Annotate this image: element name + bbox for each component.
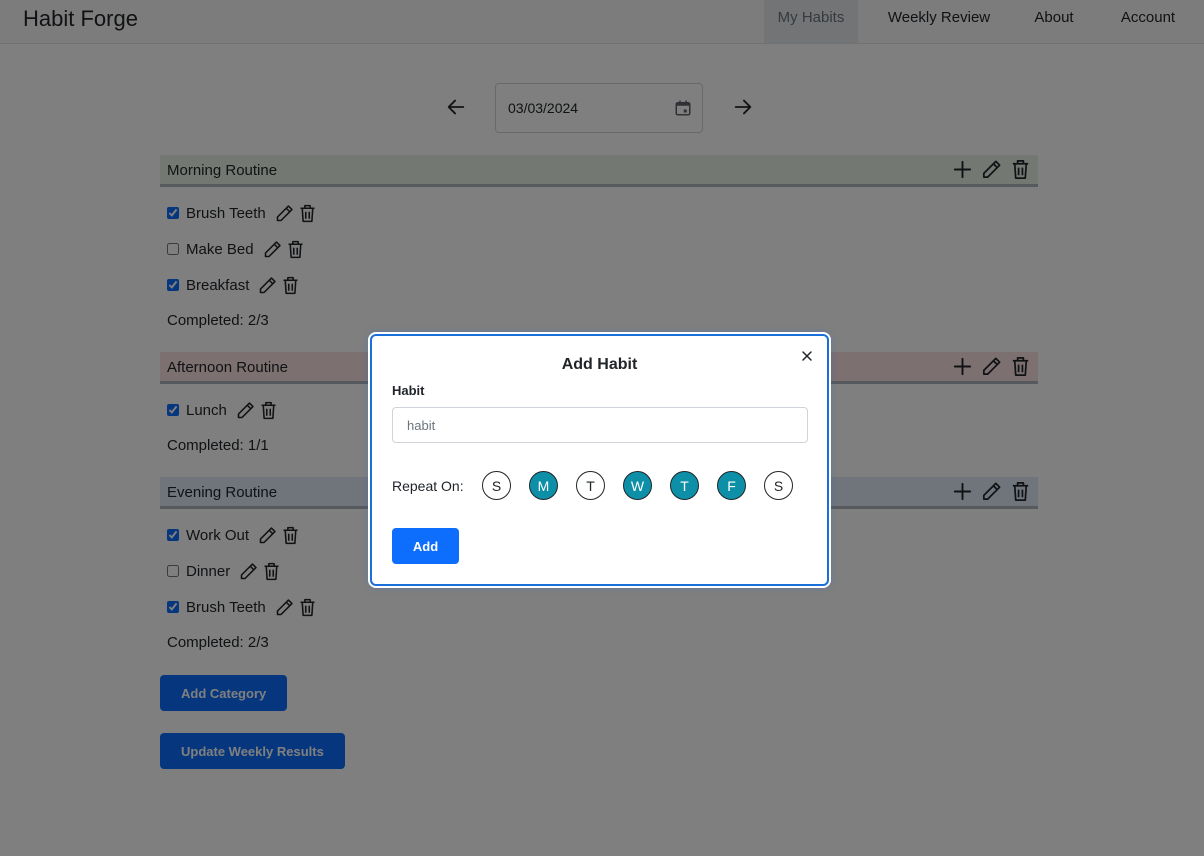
- day-selector: S M T W T F S: [482, 471, 793, 500]
- day-toggle-sunday[interactable]: S: [482, 471, 511, 500]
- day-toggle-saturday[interactable]: S: [764, 471, 793, 500]
- modal-title: Add Habit: [561, 356, 638, 373]
- day-toggle-wednesday[interactable]: W: [623, 471, 652, 500]
- day-toggle-tuesday[interactable]: T: [576, 471, 605, 500]
- repeat-on-label: Repeat On:: [392, 478, 464, 494]
- day-toggle-friday[interactable]: F: [717, 471, 746, 500]
- close-icon[interactable]: [800, 349, 814, 363]
- habit-field-label: Habit: [392, 383, 425, 398]
- add-habit-submit-button[interactable]: Add: [392, 528, 459, 564]
- day-toggle-monday[interactable]: M: [529, 471, 558, 500]
- day-toggle-thursday[interactable]: T: [670, 471, 699, 500]
- habit-input[interactable]: [392, 407, 808, 443]
- add-habit-modal: Add Habit Habit Repeat On: S M T W T F S…: [370, 334, 829, 586]
